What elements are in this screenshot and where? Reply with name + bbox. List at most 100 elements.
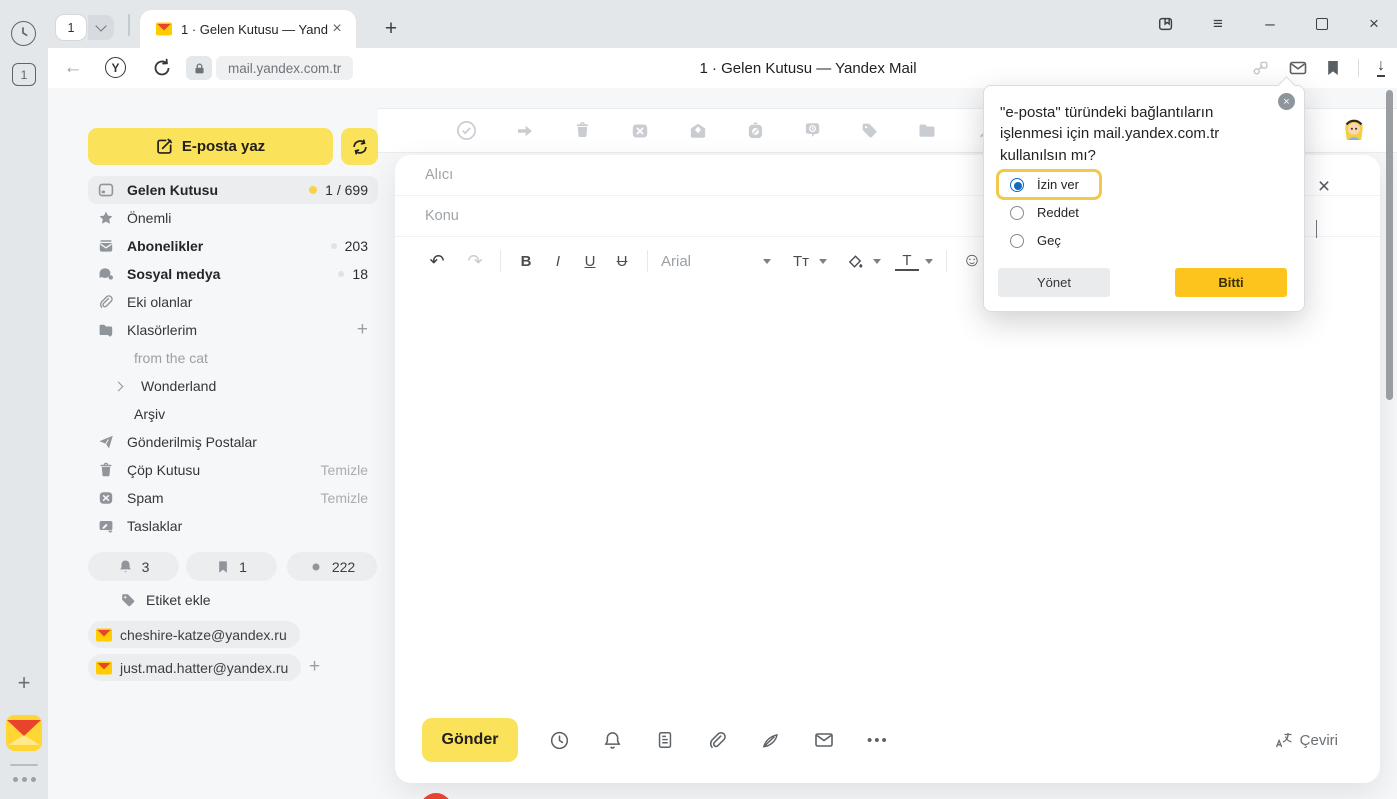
unread-pill[interactable]: 222 bbox=[287, 552, 377, 581]
more-options-icon[interactable]: ••• bbox=[867, 732, 889, 749]
translate-icon bbox=[1275, 731, 1293, 749]
scrollbar-thumb[interactable] bbox=[1386, 90, 1393, 400]
menu-icon[interactable]: ≡ bbox=[1205, 11, 1231, 37]
folder-trash[interactable]: Çöp Kutusu Temizle bbox=[88, 456, 378, 484]
compose-button[interactable]: E-posta yaz bbox=[88, 128, 333, 165]
read-icon[interactable] bbox=[688, 121, 708, 141]
yandex-mail-app-icon[interactable] bbox=[6, 715, 42, 751]
translate-button[interactable]: Çeviri bbox=[1275, 731, 1338, 749]
empty-spam-action[interactable]: Temizle bbox=[321, 490, 368, 506]
close-window-button[interactable]: × bbox=[1361, 11, 1387, 37]
strikethrough-button[interactable]: U bbox=[610, 248, 634, 274]
new-tab-button[interactable]: + bbox=[378, 16, 404, 42]
folder-my-folders[interactable]: Klasörlerim + bbox=[88, 316, 378, 344]
reload-icon[interactable] bbox=[151, 57, 173, 79]
side-panel-icon[interactable] bbox=[1153, 11, 1179, 37]
tab-counter-button[interactable]: 1 bbox=[12, 63, 36, 86]
back-icon[interactable]: ← bbox=[62, 57, 84, 79]
minimize-button[interactable]: – bbox=[1257, 11, 1283, 37]
select-all-icon[interactable] bbox=[456, 120, 477, 141]
folder-sent[interactable]: Gönderilmiş Postalar bbox=[88, 428, 378, 456]
user-avatar[interactable] bbox=[1339, 115, 1369, 145]
download-icon[interactable]: ↓ bbox=[1377, 59, 1385, 77]
folder-social[interactable]: Sosyal medya 18 bbox=[88, 260, 378, 288]
folder-from-the-cat[interactable]: from the cat bbox=[88, 344, 378, 372]
font-size-select[interactable]: Tт bbox=[789, 248, 813, 274]
expand-chevron-icon[interactable] bbox=[114, 381, 124, 391]
option-skip[interactable]: Geç bbox=[1010, 233, 1061, 248]
template-icon[interactable] bbox=[655, 730, 675, 750]
add-tag-label: Etiket ekle bbox=[146, 592, 211, 608]
radio-skip[interactable] bbox=[1010, 234, 1024, 248]
folder-subscriptions[interactable]: Abonelikler 203 bbox=[88, 232, 378, 260]
font-family-caret-icon[interactable] bbox=[763, 259, 771, 264]
url-field[interactable]: mail.yandex.com.tr bbox=[216, 56, 353, 80]
account-hatter[interactable]: just.mad.hatter@yandex.ru bbox=[88, 654, 301, 681]
undo-icon[interactable]: ↶ bbox=[425, 248, 449, 274]
remind-icon[interactable] bbox=[803, 121, 822, 140]
add-folder-icon[interactable]: + bbox=[357, 319, 368, 341]
folder-drafts[interactable]: Taslaklar bbox=[88, 512, 378, 540]
done-button[interactable]: Bitti bbox=[1175, 268, 1287, 297]
folder-inbox[interactable]: Gelen Kutusu 1 / 699 bbox=[88, 176, 378, 204]
snooze-icon[interactable] bbox=[746, 121, 765, 140]
move-folder-icon[interactable] bbox=[917, 121, 937, 141]
collapse-compose-icon[interactable] bbox=[1316, 220, 1317, 238]
text-color-caret-icon[interactable] bbox=[925, 259, 933, 264]
envelope-icon[interactable] bbox=[813, 729, 835, 751]
mail-refresh-button[interactable] bbox=[341, 128, 378, 165]
redo-icon[interactable]: ↷ bbox=[463, 248, 487, 274]
yandex-button[interactable]: Y bbox=[105, 57, 126, 78]
folder-label: Gönderilmiş Postalar bbox=[127, 434, 368, 450]
tab-group-chevron-icon[interactable] bbox=[88, 15, 114, 40]
signature-icon[interactable] bbox=[760, 730, 781, 751]
share-icon[interactable] bbox=[1251, 59, 1270, 78]
popup-close-icon[interactable]: × bbox=[1278, 93, 1295, 110]
folder-archive[interactable]: Arşiv bbox=[88, 400, 378, 428]
font-size-caret-icon[interactable] bbox=[819, 259, 827, 264]
account-cheshire[interactable]: cheshire-katze@yandex.ru bbox=[88, 621, 300, 648]
rail-add-icon[interactable]: + bbox=[12, 671, 36, 695]
label-icon[interactable] bbox=[860, 121, 879, 140]
schedule-send-icon[interactable] bbox=[549, 730, 570, 751]
manage-button[interactable]: Yönet bbox=[998, 268, 1110, 297]
attach-icon[interactable] bbox=[707, 730, 728, 751]
folder-important[interactable]: Önemli bbox=[88, 204, 378, 232]
forward-icon[interactable] bbox=[515, 121, 535, 141]
bold-button[interactable]: B bbox=[514, 248, 538, 274]
spam-icon[interactable] bbox=[630, 121, 650, 141]
folder-wonderland[interactable]: Wonderland bbox=[88, 372, 378, 400]
history-icon[interactable] bbox=[11, 21, 36, 46]
tab-close-icon[interactable]: × bbox=[328, 20, 346, 38]
add-tag-button[interactable]: Etiket ekle bbox=[120, 592, 211, 608]
radio-allow[interactable] bbox=[1010, 178, 1024, 192]
reminders-pill[interactable]: 3 bbox=[88, 552, 179, 581]
option-allow[interactable]: İzin ver bbox=[1010, 177, 1079, 192]
emoji-icon[interactable]: ☺ bbox=[960, 248, 984, 274]
folder-attachments[interactable]: Eki olanlar bbox=[88, 288, 378, 316]
highlight-caret-icon[interactable] bbox=[873, 259, 881, 264]
underline-button[interactable]: U bbox=[578, 248, 602, 274]
message-body-field[interactable] bbox=[395, 285, 1380, 705]
folder-spam[interactable]: Spam Temizle bbox=[88, 484, 378, 512]
font-family-select[interactable]: Arial bbox=[661, 248, 757, 274]
highlight-color-icon[interactable] bbox=[843, 248, 867, 274]
empty-trash-action[interactable]: Temizle bbox=[321, 462, 368, 478]
text-color-button[interactable]: T bbox=[895, 251, 919, 271]
active-tab[interactable]: 1 · Gelen Kutusu — Yand × bbox=[140, 10, 356, 48]
option-deny[interactable]: Reddet bbox=[1010, 205, 1079, 220]
close-compose-icon[interactable]: × bbox=[1313, 176, 1335, 198]
bookmarks-pill[interactable]: 1 bbox=[186, 552, 277, 581]
send-button[interactable]: Gönder bbox=[422, 718, 518, 762]
bookmark-icon[interactable] bbox=[1326, 60, 1340, 76]
maximize-button[interactable] bbox=[1309, 11, 1335, 37]
mail-handler-icon[interactable] bbox=[1288, 58, 1308, 78]
notify-icon[interactable] bbox=[602, 730, 623, 751]
radio-deny[interactable] bbox=[1010, 206, 1024, 220]
lock-icon[interactable] bbox=[186, 56, 212, 80]
italic-button[interactable]: I bbox=[546, 248, 570, 274]
rail-more-icon[interactable] bbox=[10, 777, 38, 782]
delete-icon[interactable] bbox=[573, 121, 592, 140]
tab-group-badge[interactable]: 1 bbox=[56, 15, 86, 40]
add-account-icon[interactable]: + bbox=[309, 656, 320, 678]
